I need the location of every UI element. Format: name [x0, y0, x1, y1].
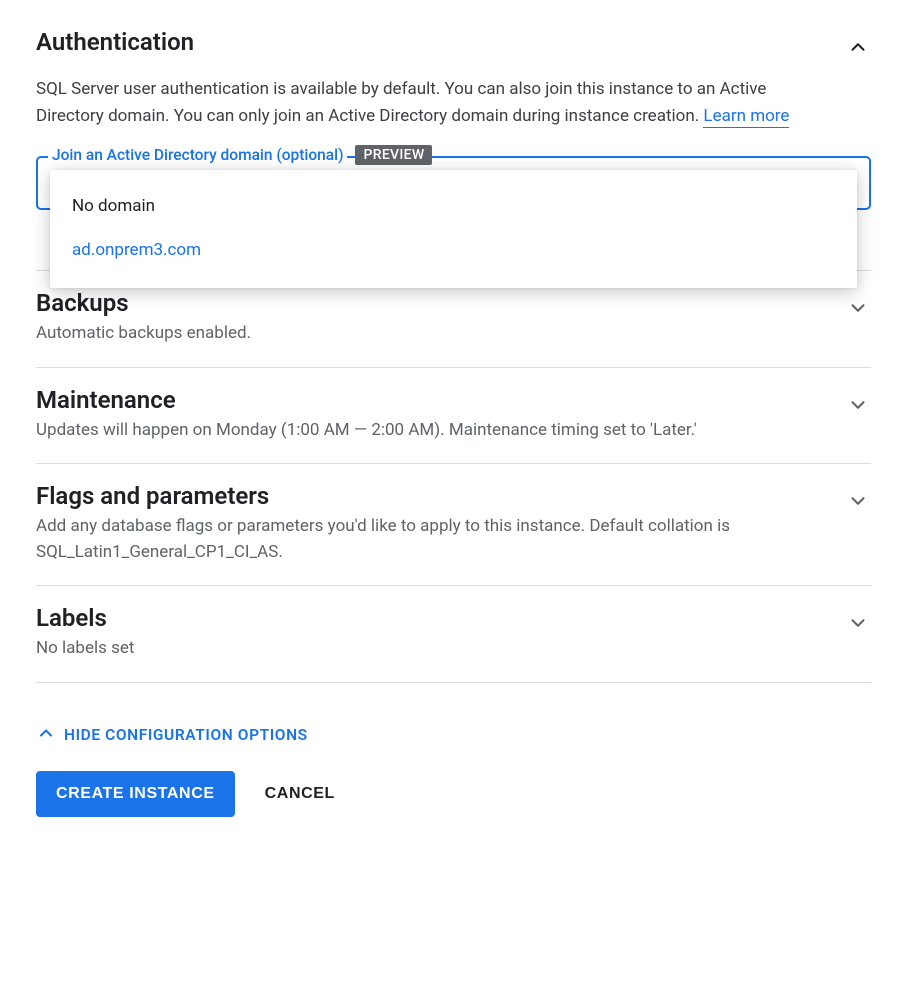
chevron-down-icon: [847, 394, 869, 420]
section-subtitle-labels: No labels set: [36, 636, 134, 662]
section-subtitle-flags: Add any database flags or parameters you…: [36, 514, 776, 565]
preview-badge: PREVIEW: [355, 145, 432, 165]
cancel-button[interactable]: CANCEL: [265, 785, 335, 803]
section-subtitle-maintenance: Updates will happen on Monday (1:00 AM —…: [36, 418, 697, 444]
section-title-maintenance: Maintenance: [36, 386, 697, 414]
section-header-flags[interactable]: Flags and parameters Add any database fl…: [36, 482, 871, 565]
section-header-maintenance[interactable]: Maintenance Updates will happen on Monda…: [36, 386, 871, 444]
learn-more-link[interactable]: Learn more: [703, 106, 789, 128]
chevron-up-icon: [36, 723, 56, 747]
authentication-body-text: SQL Server user authentication is availa…: [36, 79, 766, 126]
section-title-labels: Labels: [36, 604, 134, 632]
section-title-authentication: Authentication: [36, 28, 194, 56]
hide-configuration-options-label: HIDE CONFIGURATION OPTIONS: [64, 726, 308, 744]
section-header-labels[interactable]: Labels No labels set: [36, 604, 871, 662]
section-flags-parameters: Flags and parameters Add any database fl…: [36, 482, 871, 586]
ad-domain-option-no-domain[interactable]: No domain: [50, 184, 857, 228]
section-title-backups: Backups: [36, 289, 251, 317]
chevron-up-icon: [847, 36, 869, 62]
authentication-description: SQL Server user authentication is availa…: [36, 76, 816, 130]
section-title-flags: Flags and parameters: [36, 482, 776, 510]
ad-domain-field: Join an Active Directory domain (optiona…: [36, 156, 871, 210]
footer-buttons: CREATE INSTANCE CANCEL: [36, 771, 871, 817]
chevron-down-icon: [847, 490, 869, 516]
create-instance-button[interactable]: CREATE INSTANCE: [36, 771, 235, 817]
ad-domain-float-label-row: Join an Active Directory domain (optiona…: [48, 145, 432, 165]
section-maintenance: Maintenance Updates will happen on Monda…: [36, 386, 871, 465]
section-backups: Backups Automatic backups enabled.: [36, 289, 871, 368]
ad-domain-option-onprem3[interactable]: ad.onprem3.com: [50, 228, 857, 272]
chevron-down-icon: [847, 612, 869, 638]
section-labels: Labels No labels set: [36, 604, 871, 683]
hide-configuration-options-button[interactable]: HIDE CONFIGURATION OPTIONS: [36, 723, 871, 747]
section-authentication: Authentication SQL Server user authentic…: [36, 28, 871, 210]
section-header-backups[interactable]: Backups Automatic backups enabled.: [36, 289, 871, 347]
ad-domain-label: Join an Active Directory domain (optiona…: [48, 146, 347, 164]
section-subtitle-backups: Automatic backups enabled.: [36, 321, 251, 347]
section-header-authentication[interactable]: Authentication: [36, 28, 871, 62]
chevron-down-icon: [847, 297, 869, 323]
ad-domain-dropdown: No domain ad.onprem3.com: [50, 170, 857, 288]
